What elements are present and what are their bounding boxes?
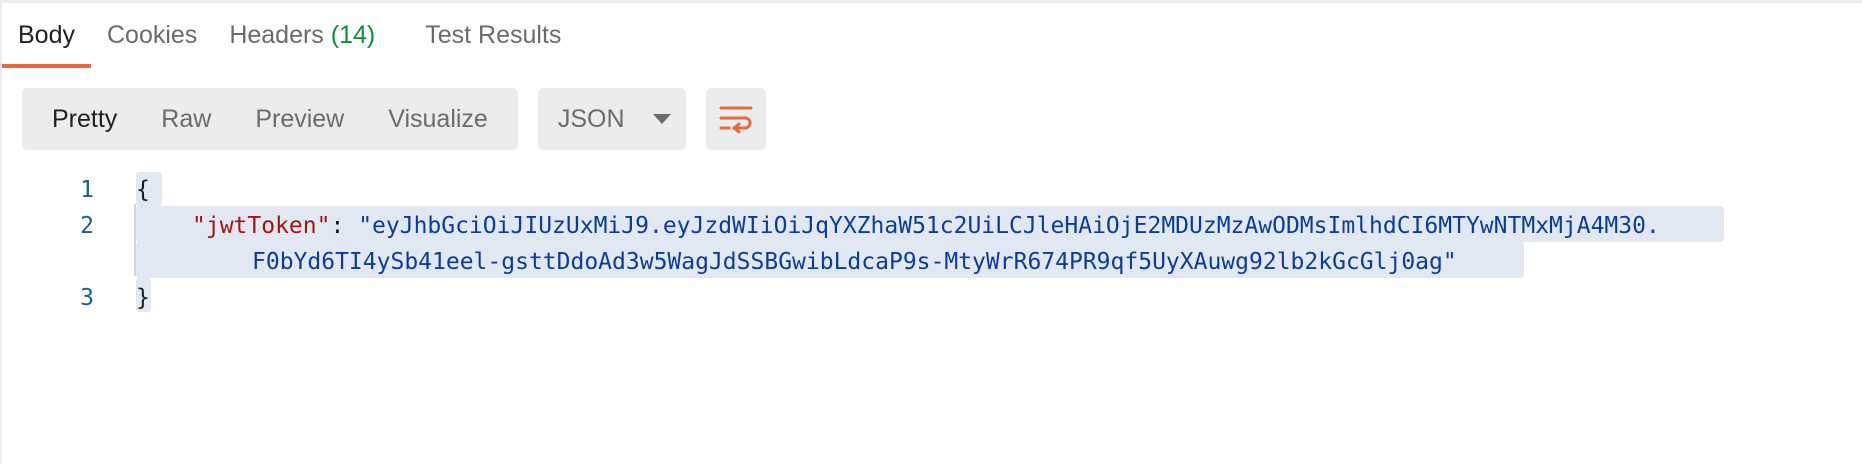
tab-headers-label: Headers (229, 21, 324, 49)
view-mode-group: Pretty Raw Preview Visualize (22, 88, 518, 150)
tab-test-results-label: Test Results (425, 21, 562, 49)
tab-cookies-label: Cookies (106, 21, 198, 49)
chevron-down-icon (652, 114, 671, 124)
headers-count-badge: (14) (330, 21, 376, 49)
json-line-2: "jwtToken": "eyJhbGciOiJIUzUxMiJ9.eyJzdW… (192, 208, 1660, 244)
indent-guide (134, 204, 136, 276)
response-toolbar: Pretty Raw Preview Visualize JSON (22, 88, 766, 150)
json-key: "jwtToken" (192, 213, 331, 239)
view-pretty-button[interactable]: Pretty (30, 88, 139, 150)
panel-top-border (0, 0, 1862, 3)
tab-body[interactable]: Body (2, 6, 91, 68)
view-preview-button[interactable]: Preview (233, 88, 366, 150)
line-number: 3 (80, 285, 94, 311)
json-close-brace: } (136, 285, 150, 311)
format-select-value: JSON (557, 104, 625, 133)
wrap-lines-icon (719, 106, 753, 134)
json-open-brace: { (136, 177, 150, 203)
tab-body-label: Body (18, 21, 75, 49)
json-string-value: "eyJhbGciOiJIUzUxMiJ9.eyJzdWIiOiJqYXZhaW… (358, 213, 1660, 239)
response-tabs: Body Cookies Headers (14) Test Results (2, 6, 577, 68)
json-colon: : (330, 213, 359, 239)
panel-left-border (0, 0, 2, 464)
json-string-value-continued: F0bYd6TI4ySb41eel-gsttDdoAd3w5WagJdSSBGw… (252, 249, 1457, 275)
line-number: 2 (80, 213, 94, 239)
view-visualize-button[interactable]: Visualize (366, 88, 510, 150)
format-select[interactable]: JSON (537, 88, 686, 150)
tab-test-results[interactable]: Test Results (409, 6, 577, 68)
tab-headers[interactable]: Headers (14) (213, 6, 391, 68)
tab-cookies[interactable]: Cookies (91, 6, 213, 68)
wrap-lines-button[interactable] (705, 88, 766, 150)
line-number: 1 (80, 177, 94, 203)
view-raw-button[interactable]: Raw (139, 88, 233, 150)
